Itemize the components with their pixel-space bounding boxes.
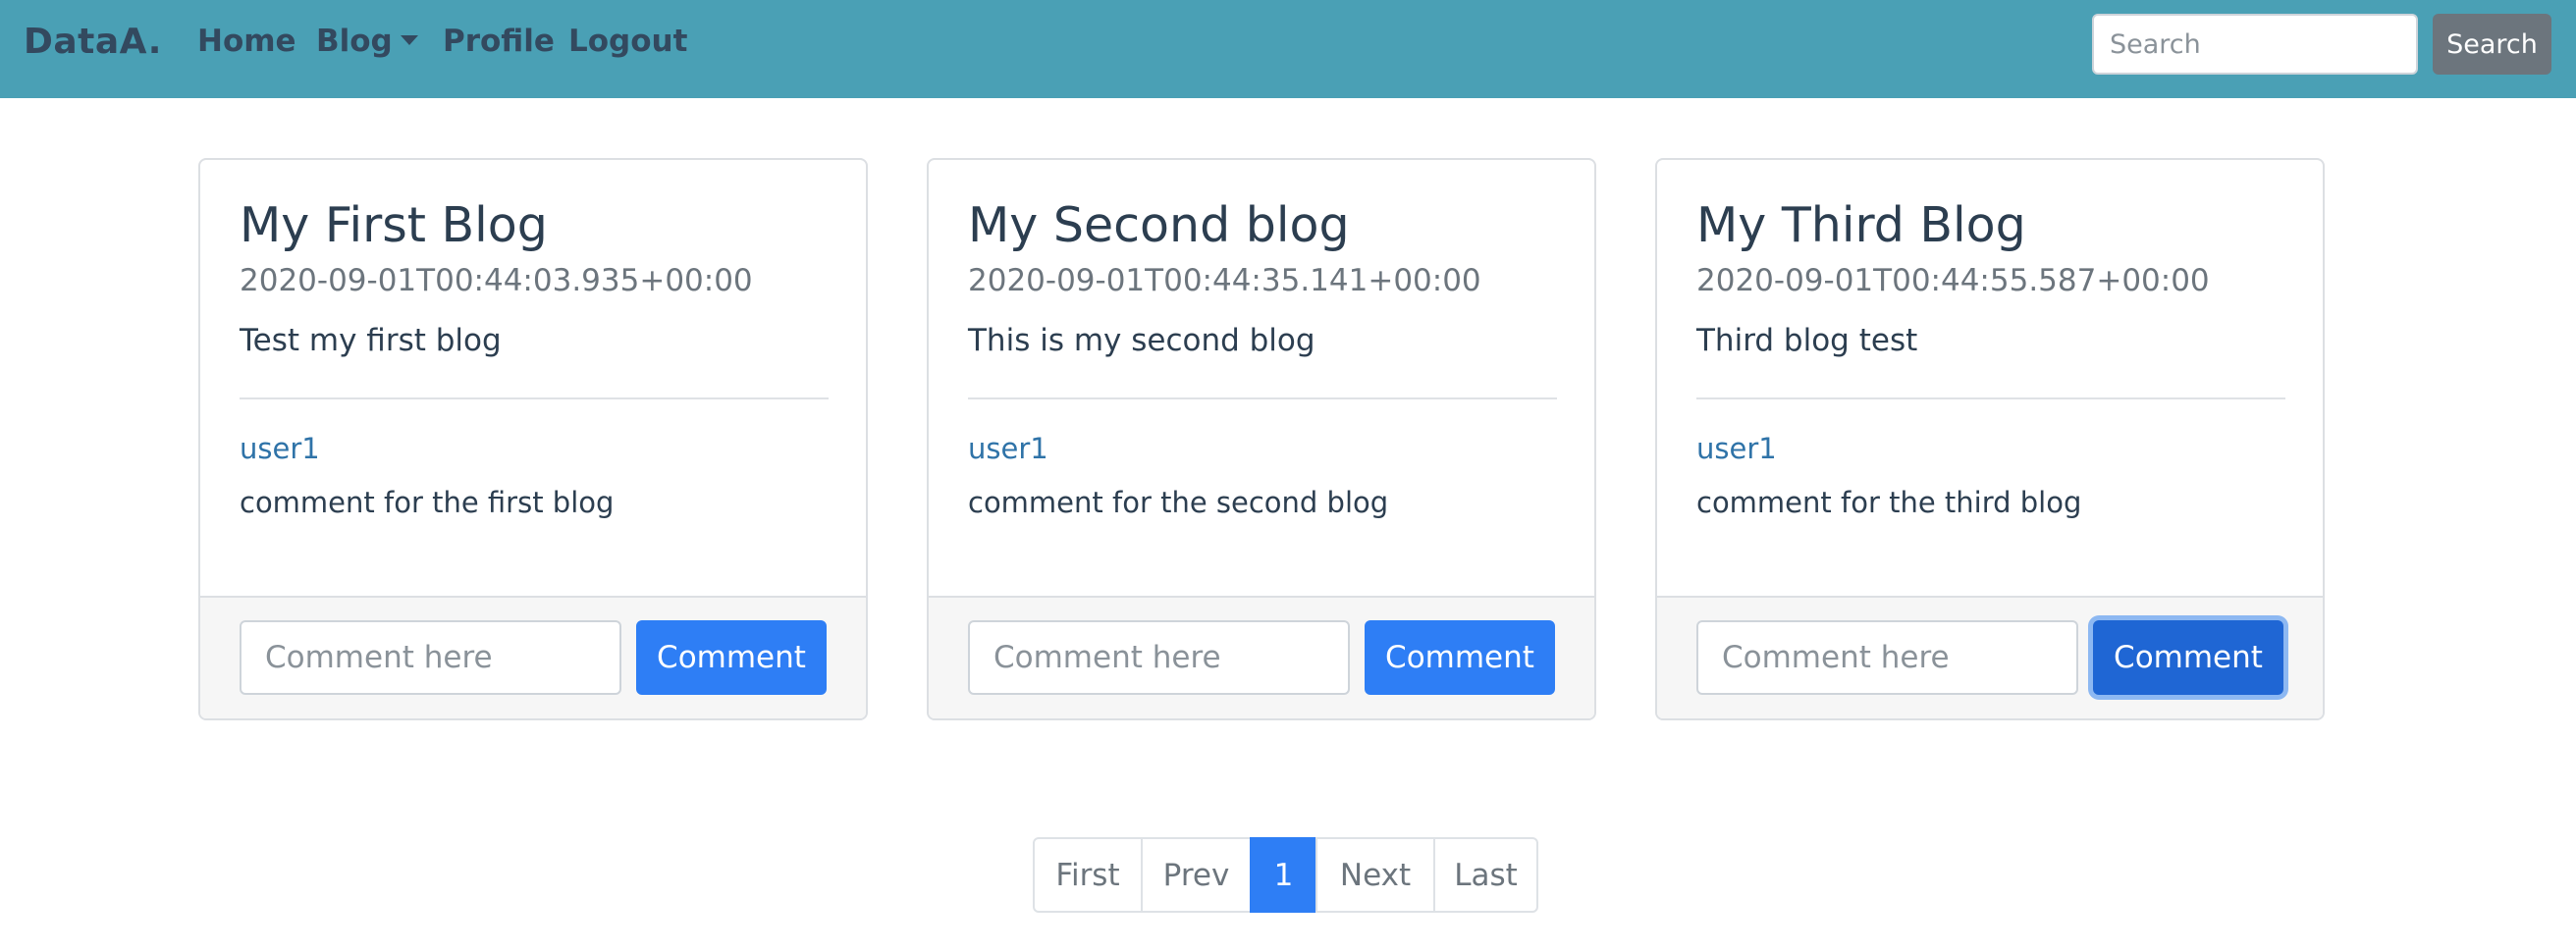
blog-body: This is my second blog — [968, 323, 1315, 358]
blog-date: 2020-09-01T00:44:55.587+00:00 — [1696, 263, 2210, 298]
comment-input[interactable] — [968, 620, 1350, 695]
blog-body: Test my first blog — [240, 323, 502, 358]
comment-user-link[interactable]: user1 — [1696, 432, 1777, 465]
comment-input[interactable] — [240, 620, 621, 695]
comment-text: comment for the second blog — [968, 486, 1389, 519]
page-next-button[interactable]: Next — [1315, 837, 1435, 913]
divider — [1696, 397, 2285, 399]
blog-card: My Second blog 2020-09-01T00:44:35.141+0… — [927, 158, 1596, 720]
blog-card: My Third Blog 2020-09-01T00:44:55.587+00… — [1655, 158, 2325, 720]
blog-date: 2020-09-01T00:44:35.141+00:00 — [968, 263, 1481, 298]
comment-button[interactable]: Comment — [636, 620, 827, 695]
comment-input[interactable] — [1696, 620, 2078, 695]
search-button[interactable]: Search — [2433, 14, 2551, 75]
card-footer: Comment — [1657, 596, 2323, 718]
search-input[interactable] — [2092, 14, 2418, 75]
comment-button[interactable]: Comment — [1365, 620, 1555, 695]
divider — [968, 397, 1557, 399]
blog-card: My First Blog 2020-09-01T00:44:03.935+00… — [198, 158, 868, 720]
comment-button[interactable]: Comment — [2093, 620, 2283, 695]
nav-home-link[interactable]: Home — [197, 24, 296, 59]
card-footer: Comment — [929, 596, 1594, 718]
nav-blog-dropdown[interactable]: Blog — [316, 24, 418, 59]
nav-profile-link[interactable]: Profile — [443, 24, 555, 59]
page-prev-button[interactable]: Prev — [1141, 837, 1252, 913]
nav-logout-link[interactable]: Logout — [568, 24, 687, 59]
blog-body: Third blog test — [1696, 323, 1918, 358]
page-current[interactable]: 1 — [1250, 837, 1317, 913]
page-first-button[interactable]: First — [1033, 837, 1143, 913]
caret-down-icon — [400, 35, 418, 45]
page-last-button[interactable]: Last — [1433, 837, 1538, 913]
nav-blog-label: Blog — [316, 24, 393, 59]
comment-text: comment for the third blog — [1696, 486, 2082, 519]
navbar: DataA. Home Blog Profile Logout Search — [0, 0, 2576, 98]
brand-logo[interactable]: DataA. — [24, 22, 162, 62]
blog-title: My Second blog — [968, 197, 1350, 253]
card-footer: Comment — [200, 596, 866, 718]
blog-title: My Third Blog — [1696, 197, 2026, 253]
comment-user-link[interactable]: user1 — [968, 432, 1048, 465]
divider — [240, 397, 829, 399]
blog-title: My First Blog — [240, 197, 548, 253]
pagination: First Prev 1 Next Last — [1033, 837, 1538, 913]
blog-date: 2020-09-01T00:44:03.935+00:00 — [240, 263, 753, 298]
comment-user-link[interactable]: user1 — [240, 432, 320, 465]
comment-text: comment for the first blog — [240, 486, 615, 519]
